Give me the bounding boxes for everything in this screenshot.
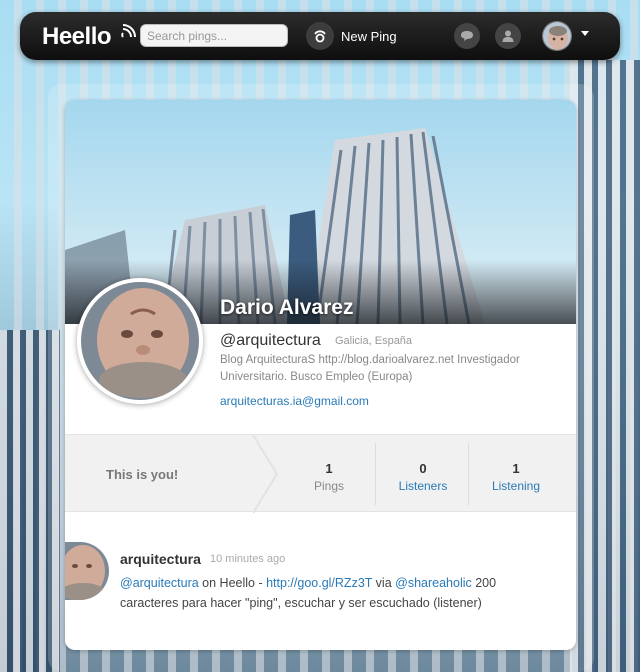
pings-count: 1 (325, 461, 333, 476)
messages-button[interactable] (454, 23, 480, 49)
post-author-avatar[interactable] (65, 542, 109, 600)
post-body: @arquitectura on Heello - http://goo.gl/… (120, 573, 520, 613)
listening-label: Listening (491, 479, 541, 493)
listeners-count: 0 (419, 461, 427, 476)
profile-bio: Blog ArquitecturaS http://blog.darioalva… (220, 354, 520, 383)
stats-chevron-divider (253, 435, 279, 513)
profile-handle: @arquitectura (220, 332, 321, 349)
pings-label: Pings (313, 479, 345, 493)
user-avatar[interactable] (542, 21, 572, 51)
search-input[interactable] (140, 24, 288, 47)
profile-location: Galicia, España (335, 335, 413, 347)
heello-waves-icon (121, 24, 136, 38)
chat-bubble-icon (461, 31, 473, 41)
profile-card: Dario Alvarez @arquitectura Galicia, Esp… (65, 100, 576, 650)
post-timestamp[interactable]: 10 minutes ago (210, 553, 285, 565)
user-icon (502, 30, 514, 42)
ping-icon (306, 22, 334, 50)
post-url-link[interactable]: http://goo.gl/RZz3T (266, 576, 372, 590)
profile-email-link[interactable]: arquitecturas.ia@gmail.com (220, 394, 369, 408)
new-ping-button[interactable]: New Ping (306, 22, 397, 50)
stat-listeners[interactable]: 0 Listeners (376, 435, 470, 513)
post-author-name[interactable]: arquitectura (120, 551, 201, 567)
this-is-you-label: This is you! (106, 467, 179, 482)
profile-stats-bar: This is you! 1 Pings 0 Listeners 1 Liste… (65, 434, 576, 513)
caret-down-icon[interactable] (581, 31, 589, 36)
post-mention-link[interactable]: @arquitectura (120, 576, 199, 590)
listening-count: 1 (512, 461, 520, 476)
heello-logo[interactable]: Heello (42, 23, 112, 51)
profile-name: Dario Alvarez (220, 296, 354, 319)
top-navigation-bar: Heello New Ping (20, 12, 620, 60)
profile-avatar[interactable] (77, 278, 203, 404)
stat-listening[interactable]: 1 Listening (469, 435, 563, 513)
profile-button[interactable] (495, 23, 521, 49)
listeners-label: Listeners (398, 479, 448, 493)
post-mention-link[interactable]: @shareaholic (395, 576, 472, 590)
new-ping-label: New Ping (341, 28, 397, 44)
post-text: on Heello - (198, 576, 267, 590)
stat-pings[interactable]: 1 Pings (282, 435, 376, 513)
post-text: via (372, 576, 396, 590)
